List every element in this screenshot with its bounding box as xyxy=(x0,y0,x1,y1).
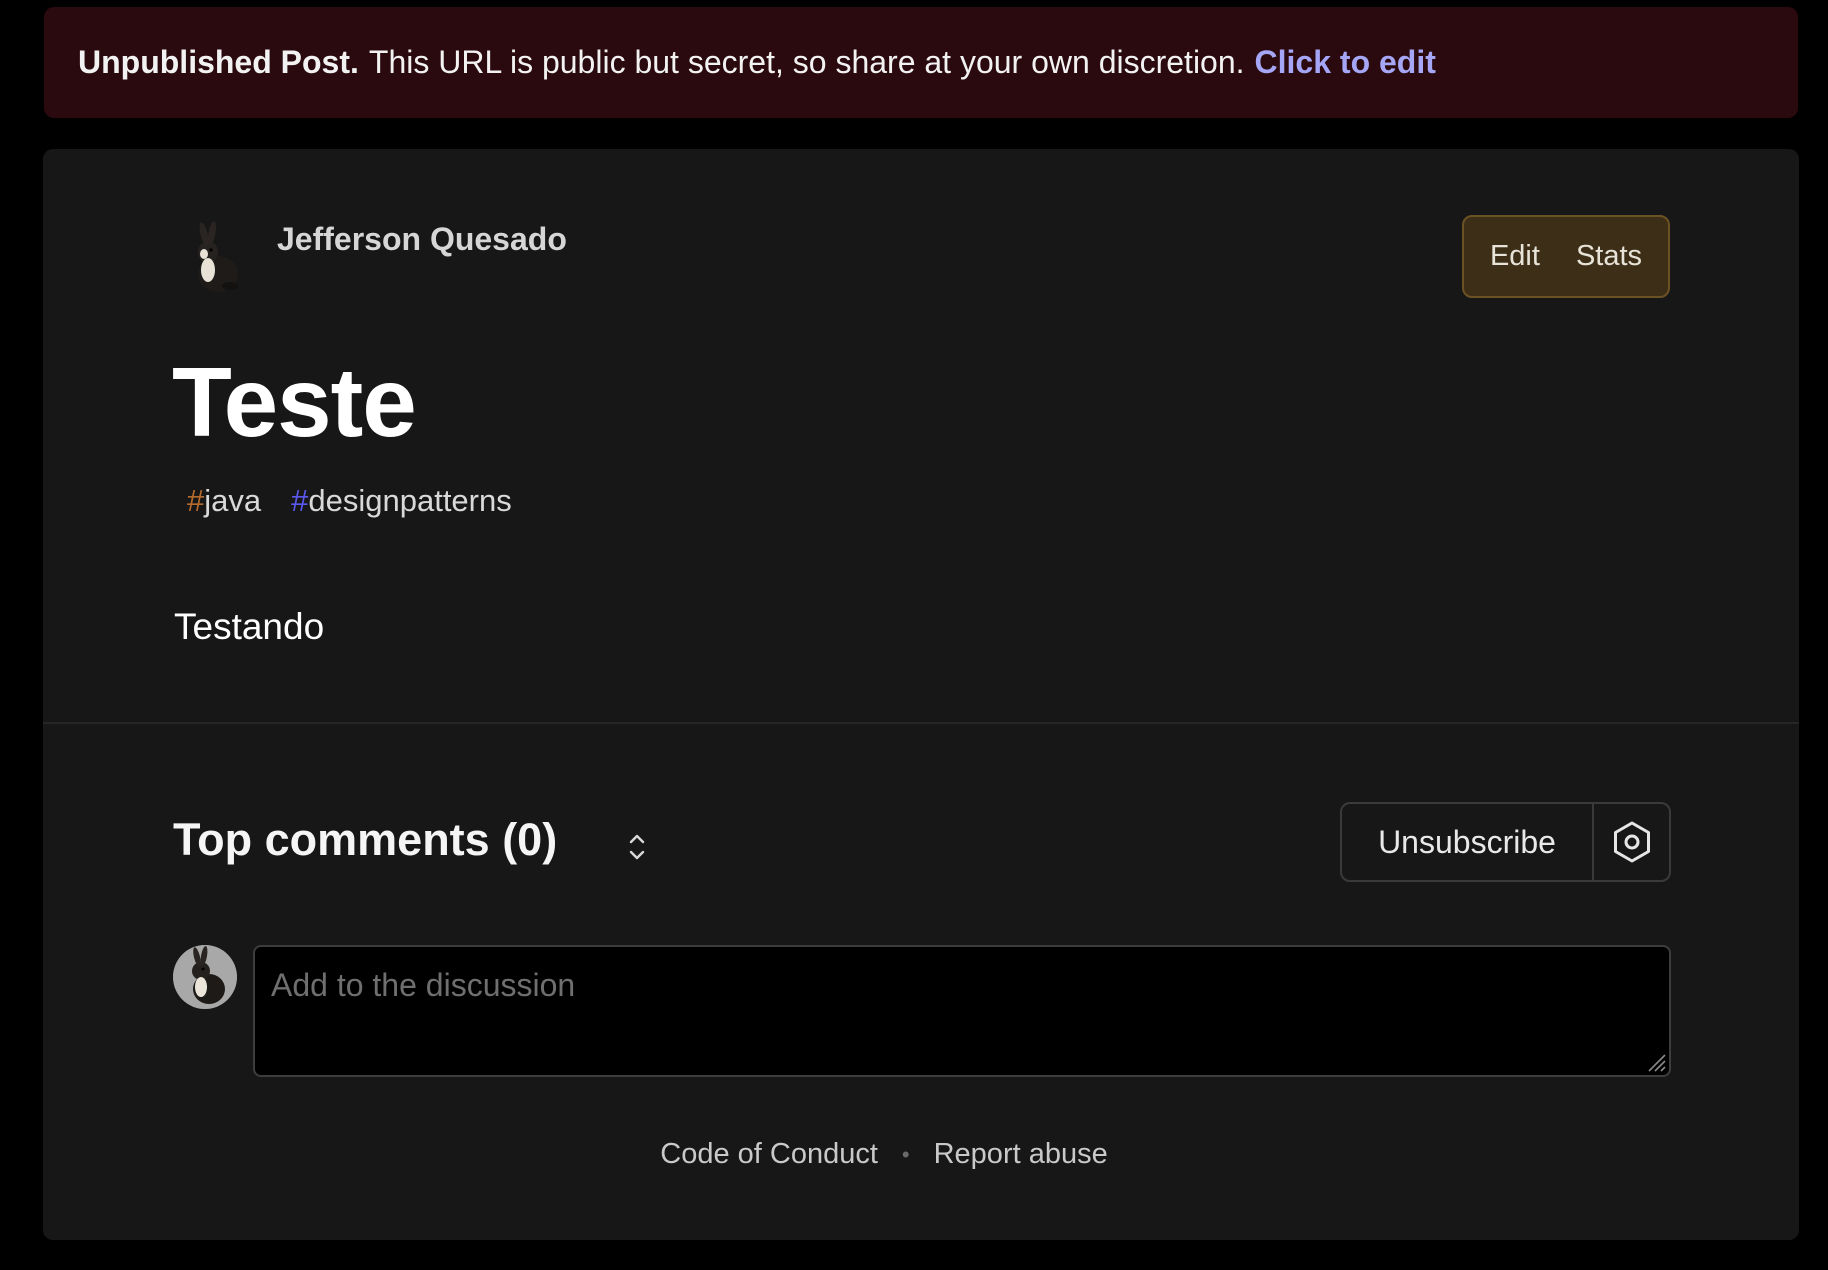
sort-chevrons-icon[interactable] xyxy=(619,829,655,865)
author-actions: Edit Stats xyxy=(1462,215,1670,298)
hexagon-gear-icon xyxy=(1613,821,1650,863)
tag-label: java xyxy=(204,483,262,518)
article-title: Teste xyxy=(172,347,417,457)
section-divider xyxy=(43,722,1799,724)
report-abuse-link[interactable]: Report abuse xyxy=(934,1138,1108,1171)
current-user-avatar xyxy=(173,945,237,1009)
textarea-resize-icon[interactable] xyxy=(1643,1049,1667,1073)
author-name[interactable]: Jefferson Quesado xyxy=(277,221,567,258)
tag-hash: # xyxy=(187,483,205,518)
subscription-settings-button[interactable] xyxy=(1594,804,1669,880)
tag-list: #java #designpatterns xyxy=(187,483,512,519)
author-avatar[interactable] xyxy=(174,216,256,298)
tag-label: designpatterns xyxy=(308,483,512,518)
article-body: Testando xyxy=(174,606,325,647)
stats-button[interactable]: Stats xyxy=(1576,240,1642,273)
rabbit-avatar-icon xyxy=(173,945,237,1009)
code-of-conduct-link[interactable]: Code of Conduct xyxy=(660,1138,878,1171)
banner-message: This URL is public but secret, so share … xyxy=(368,44,1245,80)
article-card: Jefferson Quesado Edit Stats Teste #java… xyxy=(43,149,1799,1240)
tag-designpatterns[interactable]: #designpatterns xyxy=(291,483,512,519)
footer-separator: • xyxy=(901,1141,910,1167)
subscription-controls: Unsubscribe xyxy=(1340,802,1671,882)
tag-java[interactable]: #java xyxy=(187,483,261,519)
unpublished-banner: Unpublished Post. This URL is public but… xyxy=(44,7,1798,118)
edit-button[interactable]: Edit xyxy=(1490,240,1540,273)
footer-links: Code of Conduct • Report abuse xyxy=(43,1138,1799,1171)
unsubscribe-button[interactable]: Unsubscribe xyxy=(1342,804,1594,880)
banner-title: Unpublished Post. xyxy=(78,44,359,80)
comment-input[interactable] xyxy=(253,945,1671,1077)
comments-heading: Top comments (0) xyxy=(173,814,558,865)
tag-hash: # xyxy=(291,483,309,518)
rabbit-avatar-icon xyxy=(198,221,238,292)
click-to-edit-link[interactable]: Click to edit xyxy=(1255,44,1436,81)
